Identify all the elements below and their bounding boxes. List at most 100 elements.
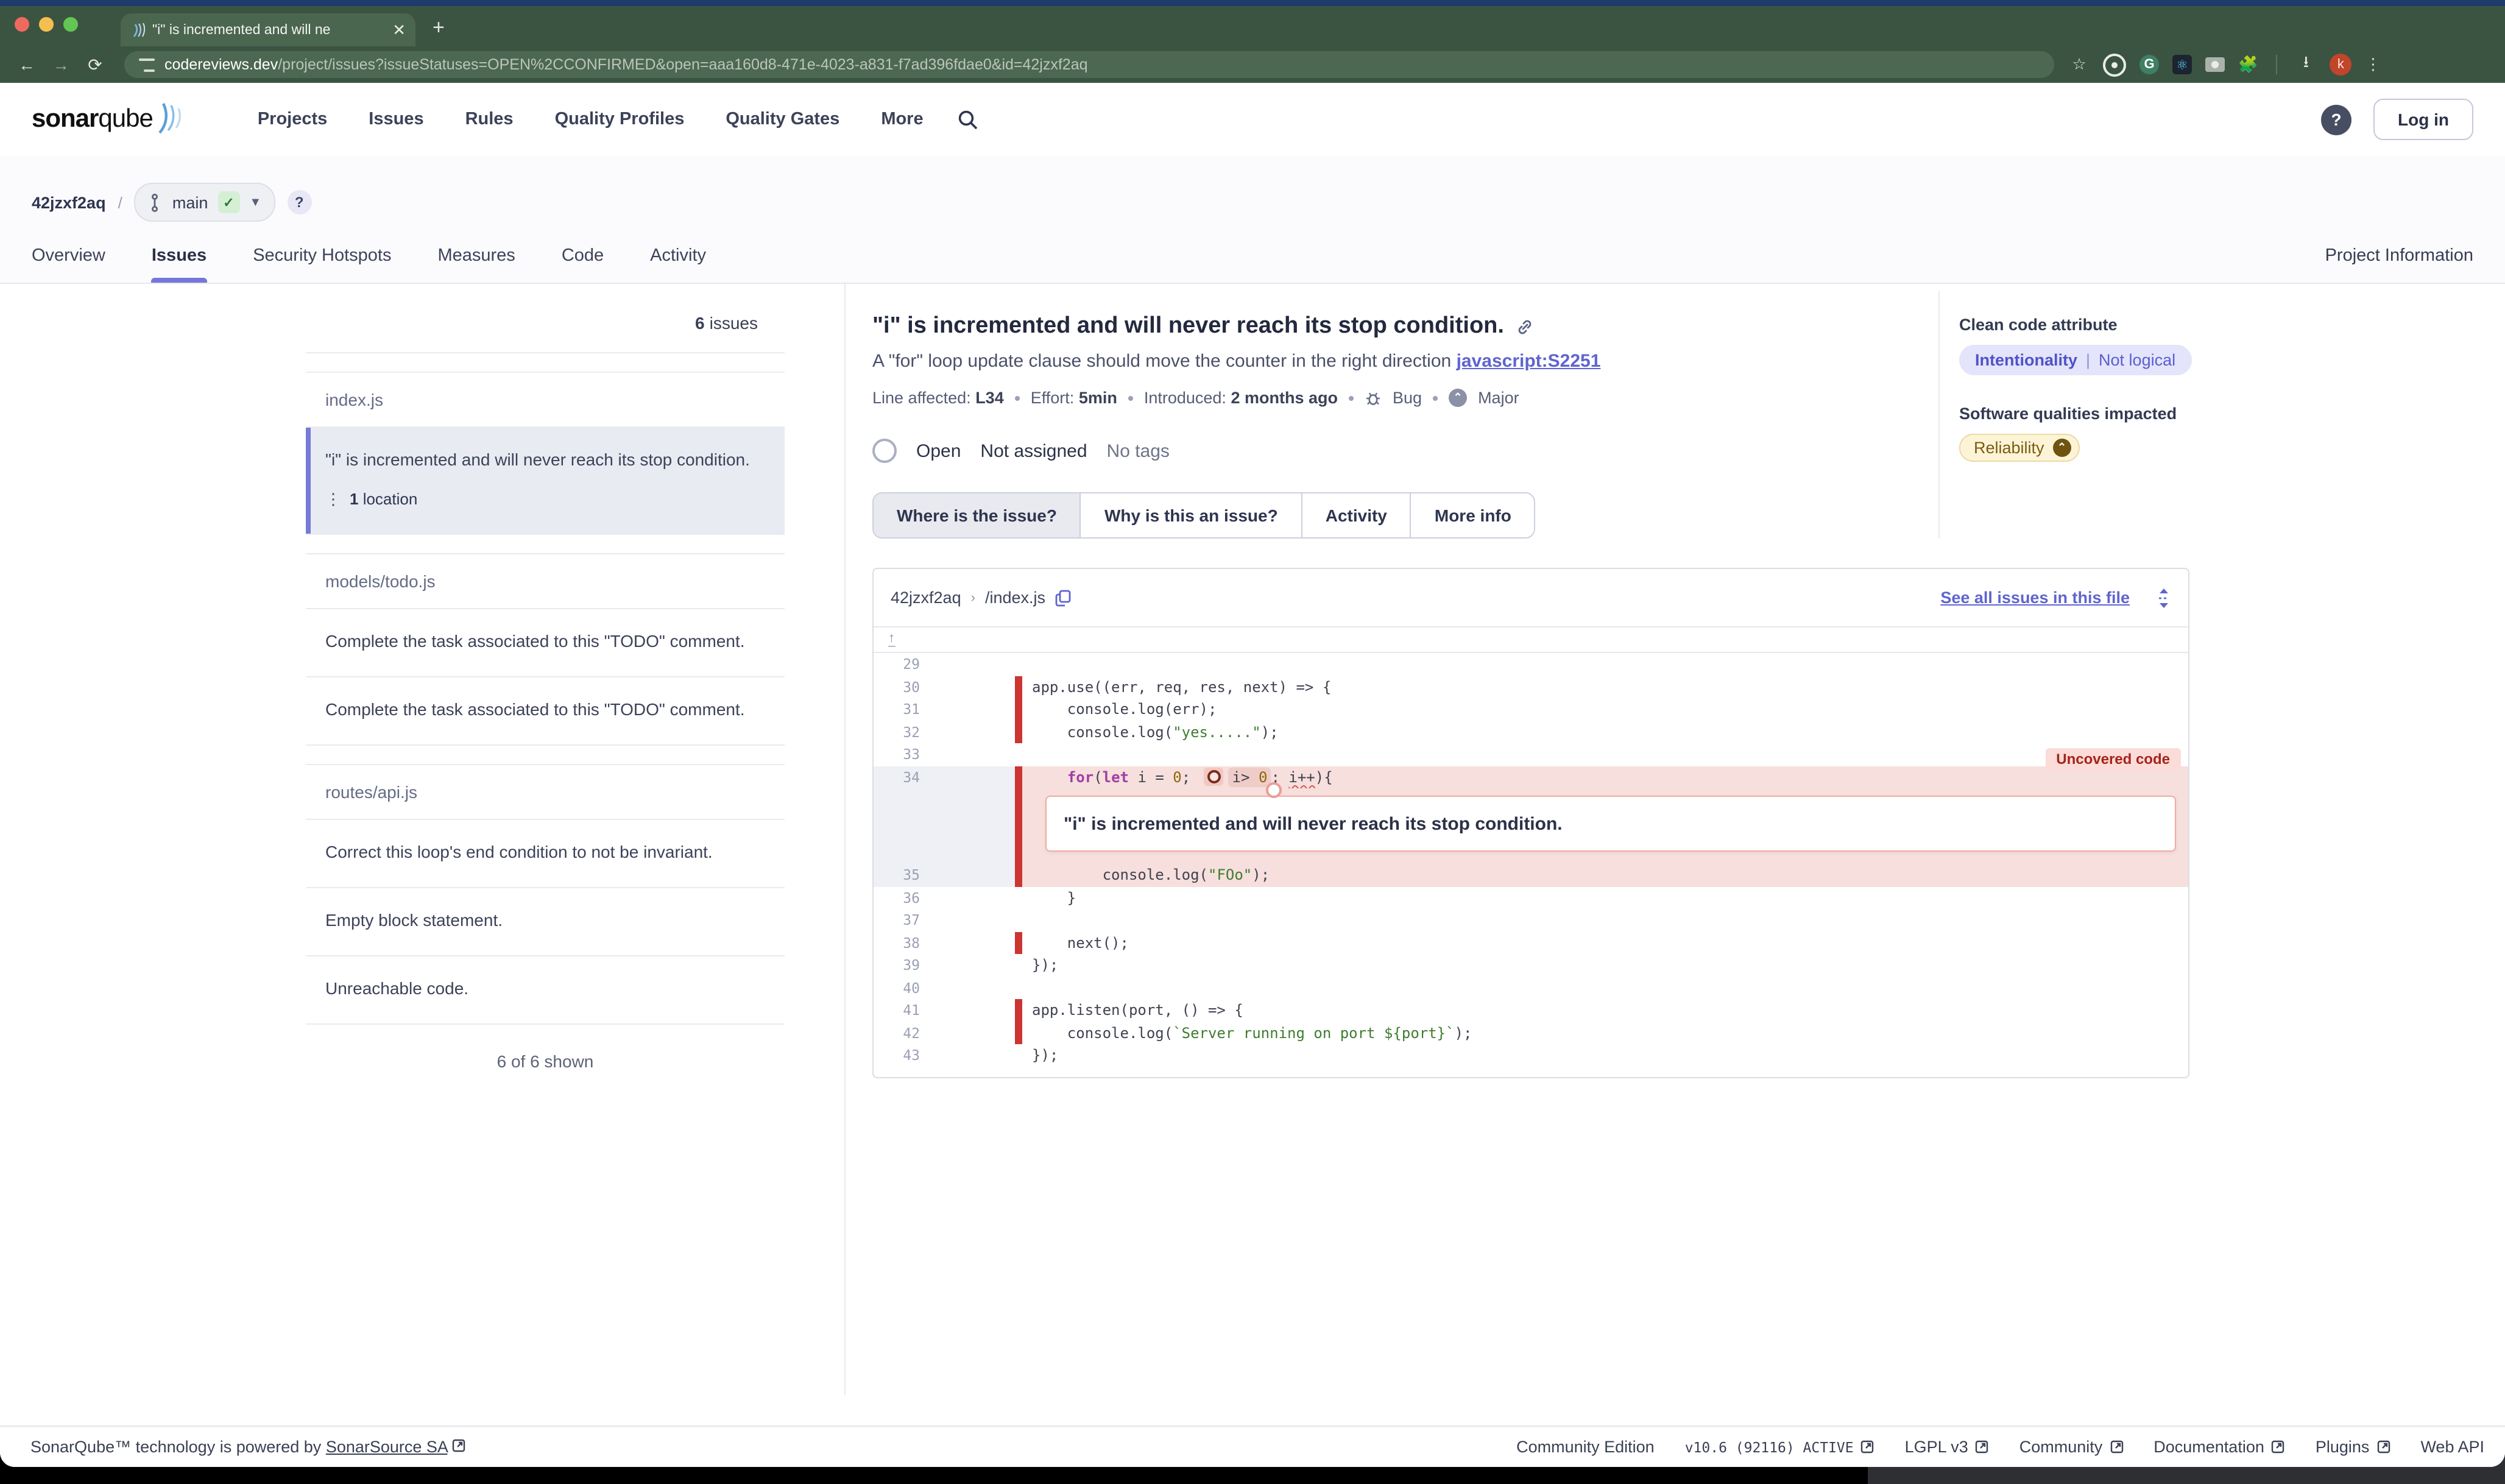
code-line[interactable]: 33Uncovered code <box>874 743 2188 766</box>
nav-issues[interactable]: Issues <box>369 110 423 129</box>
expand-updown-icon[interactable] <box>2157 588 2171 607</box>
site-info-icon[interactable] <box>139 58 155 71</box>
status-circle-icon[interactable] <box>872 439 897 463</box>
issue-list-item[interactable]: Correct this loop's end condition to not… <box>306 819 785 888</box>
version-link[interactable]: v10.6 (92116) ACTIVE <box>1685 1438 1874 1455</box>
assignee[interactable]: Not assigned <box>980 440 1087 461</box>
code-line-issue[interactable]: 34 for(let i = 0; i> 0; i++){ <box>874 766 2188 788</box>
code-project-crumb[interactable]: 42jzxf2aq <box>891 588 961 607</box>
nav-more[interactable]: More <box>881 110 923 129</box>
code-line[interactable]: 30app.use((err, req, res, next) => { <box>874 676 2188 698</box>
code-line[interactable]: 32 console.log("yes....."); <box>874 721 2188 743</box>
issue-list-item[interactable]: Complete the task associated to this "TO… <box>306 609 785 677</box>
browser-tab[interactable]: "i" is incremented and will ne ✕ <box>121 13 415 46</box>
code-line[interactable]: 37 <box>874 909 2188 931</box>
permalink-icon[interactable] <box>1516 317 1535 336</box>
tab-more-info[interactable]: More info <box>1411 493 1535 537</box>
status-open[interactable]: Open <box>916 440 961 461</box>
tab-measures[interactable]: Measures <box>437 246 515 283</box>
close-tab-icon[interactable]: ✕ <box>392 22 406 38</box>
branch-help-icon[interactable]: ? <box>287 190 311 214</box>
effort: Effort: 5min <box>1031 389 1117 407</box>
breadcrumb-project[interactable]: 42jzxf2aq <box>32 193 106 211</box>
breadcrumb: 42jzxf2aq / main ✓ ▼ ? <box>32 156 2473 227</box>
attribute-badge[interactable]: Intentionality | Not logical <box>1959 345 2191 375</box>
see-all-issues-link[interactable]: See all issues in this file <box>1940 588 2130 607</box>
forward-icon[interactable]: → <box>46 55 76 74</box>
code-line[interactable]: 42 console.log(`Server running on port $… <box>874 1022 2188 1044</box>
tab-code[interactable]: Code <box>562 246 604 283</box>
tab-security-hotspots[interactable]: Security Hotspots <box>253 246 391 283</box>
issue-severity: Major <box>1478 389 1519 407</box>
documentation-link[interactable]: Documentation <box>2153 1438 2285 1456</box>
help-icon[interactable]: ? <box>2321 104 2351 135</box>
rule-link[interactable]: javascript:S2251 <box>1457 351 1601 372</box>
address-bar[interactable]: codereviews.dev/project/issues?issueStat… <box>124 51 2054 78</box>
nav-projects[interactable]: Projects <box>258 110 327 129</box>
login-button[interactable]: Log in <box>2373 99 2473 140</box>
window-controls <box>15 17 78 32</box>
tab-where-is-the-issue[interactable]: Where is the issue? <box>874 493 1081 537</box>
sonarsource-link[interactable]: SonarSource SA <box>326 1438 448 1456</box>
code-line[interactable]: 29 <box>874 653 2188 676</box>
code-line[interactable]: 31 console.log(err); <box>874 698 2188 721</box>
external-link-icon <box>1861 1440 1874 1454</box>
tab-activity[interactable]: Activity <box>650 246 706 283</box>
file-group: routes/api.js Correct this loop's end co… <box>306 763 785 1024</box>
code-line[interactable]: 35 console.log("FOo"); <box>874 864 2188 886</box>
branch-selector[interactable]: main ✓ ▼ <box>135 183 275 222</box>
downloads-icon[interactable]: ⭳ <box>2295 54 2316 75</box>
plugins-link[interactable]: Plugins <box>2316 1438 2390 1456</box>
tab-activity[interactable]: Activity <box>1302 493 1411 537</box>
external-link-icon <box>2110 1440 2123 1454</box>
extension-camera-icon[interactable] <box>2205 57 2225 72</box>
lgpl-link[interactable]: LGPL v3 <box>1905 1438 1989 1456</box>
nav-rules[interactable]: Rules <box>465 110 514 129</box>
issue-message-box[interactable]: "i" is incremented and will never reach … <box>1045 796 2176 852</box>
nav-quality-profiles[interactable]: Quality Profiles <box>555 110 685 129</box>
maximize-window-button[interactable] <box>63 17 78 32</box>
code-line[interactable]: 36 } <box>874 886 2188 909</box>
code-line[interactable]: 38 next(); <box>874 931 2188 954</box>
issue-list-item[interactable]: "i" is incremented and will never reach … <box>306 428 785 533</box>
issue-locations[interactable]: ⋮ 1 location <box>325 487 765 511</box>
minimize-window-button[interactable] <box>39 17 54 32</box>
tags[interactable]: No tags <box>1107 440 1170 461</box>
tab-issues[interactable]: Issues <box>152 246 207 283</box>
bookmark-star-icon[interactable]: ☆ <box>2069 54 2090 75</box>
nav-quality-gates[interactable]: Quality Gates <box>726 110 839 129</box>
code-line[interactable]: 43}); <box>874 1044 2188 1067</box>
expand-up-icon[interactable]: ↑ <box>888 632 895 647</box>
community-link[interactable]: Community <box>2019 1438 2124 1456</box>
issue-list-item[interactable]: Empty block statement. <box>306 888 785 956</box>
new-tab-icon[interactable]: + <box>433 16 445 40</box>
tab-overview[interactable]: Overview <box>32 246 105 283</box>
reliability-badge[interactable]: Reliability ⌃ <box>1959 434 2080 462</box>
browser-window: "i" is incremented and will ne ✕ + ← → ⟳… <box>0 0 2505 1467</box>
extensions-puzzle-icon[interactable]: 🧩 <box>2238 55 2258 74</box>
project-tabs: Overview Issues Security Hotspots Measur… <box>32 227 2473 283</box>
issue-list-item[interactable]: Unreachable code. <box>306 956 785 1023</box>
project-information-link[interactable]: Project Information <box>2325 246 2473 266</box>
issue-list-item[interactable]: Complete the task associated to this "TO… <box>306 677 785 744</box>
code-line[interactable]: 41app.listen(port, () => { <box>874 999 2188 1022</box>
sonarqube-logo[interactable]: sonarqube <box>32 105 185 134</box>
browser-menu-icon[interactable]: ⋮ <box>2365 55 2381 74</box>
extension-target-icon[interactable] <box>2103 53 2126 76</box>
web-api-link[interactable]: Web API <box>2420 1438 2484 1456</box>
profile-avatar[interactable]: k <box>2330 54 2351 76</box>
code-line[interactable]: 39}); <box>874 954 2188 977</box>
extension-react-icon[interactable]: ⚛ <box>2172 55 2192 74</box>
close-window-button[interactable] <box>15 17 29 32</box>
extension-grammarly-icon[interactable]: G <box>2139 55 2159 74</box>
back-icon[interactable]: ← <box>12 55 41 74</box>
copy-icon[interactable] <box>1055 589 1071 606</box>
gap <box>785 284 844 1395</box>
software-qualities-title: Software qualities impacted <box>1959 405 2505 423</box>
code-file-crumb[interactable]: /index.js <box>985 588 1045 607</box>
tab-why-is-this-an-issue[interactable]: Why is this an issue? <box>1081 493 1302 537</box>
breadcrumb-separator: / <box>118 193 122 211</box>
reload-icon[interactable]: ⟳ <box>80 54 110 75</box>
code-line[interactable]: 40 <box>874 977 2188 999</box>
search-icon[interactable] <box>958 109 978 130</box>
